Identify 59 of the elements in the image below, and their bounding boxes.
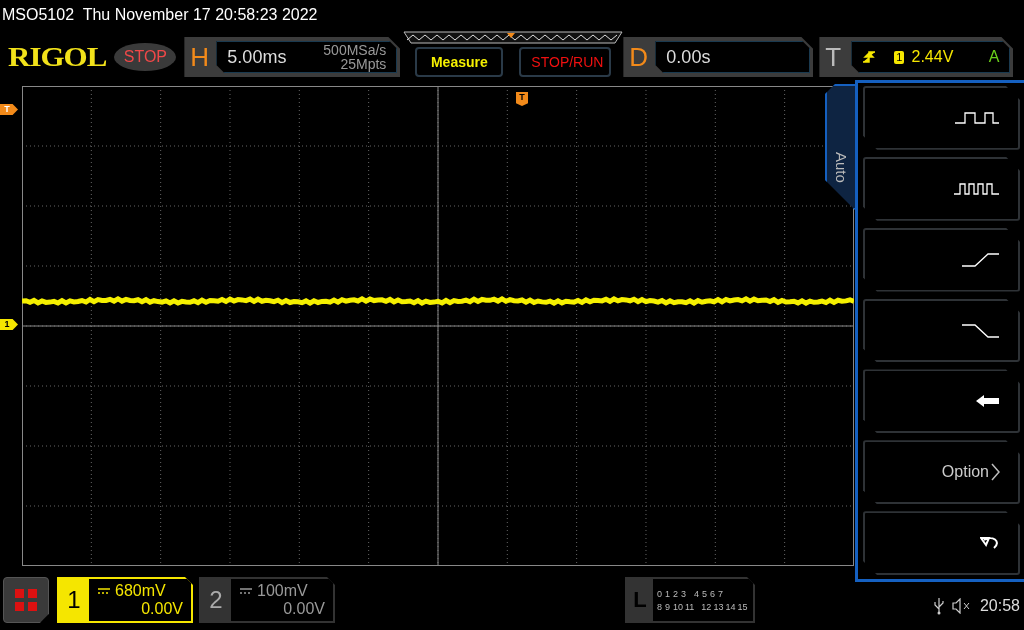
menu-button[interactable] <box>3 577 49 623</box>
trigger-mode: A <box>988 48 1000 66</box>
digital-channel-number: 3 <box>681 588 687 599</box>
chevron-right-icon <box>991 463 1000 482</box>
dc-coupling-icon <box>239 587 253 595</box>
dc-coupling-icon <box>97 587 111 595</box>
digital-channel-number: 5 <box>702 588 708 599</box>
clock-time: 20:58 <box>979 597 1020 615</box>
digital-channel-number: 8 <box>657 601 663 612</box>
channel-scale: 680mV <box>115 582 166 600</box>
timebase-value: 5.00ms <box>227 46 287 68</box>
channel-number: 2 <box>208 585 224 615</box>
softkey-button[interactable] <box>863 156 1020 221</box>
channel-scale: 100mV <box>257 582 308 600</box>
digital-channel-number: 9 <box>665 601 671 612</box>
horizontal-panel[interactable]: H 5.00ms 500MSa/s 25Mpts <box>184 37 401 77</box>
trigger-position-marker[interactable]: T <box>516 92 528 106</box>
stop-run-button[interactable]: STOP/RUN <box>519 47 612 77</box>
digital-channel-number: 14 <box>725 601 736 612</box>
digital-channel-number: 2 <box>673 588 679 599</box>
pulse-train-icon <box>953 182 1000 195</box>
digital-channel-number: 15 <box>737 601 748 612</box>
muted-speaker-icon <box>951 598 972 614</box>
horizontal-label: H <box>190 41 211 73</box>
digital-channel-number: 4 <box>694 588 700 599</box>
trigger-level: 2.44V <box>911 48 954 66</box>
softkey-button[interactable]: Option <box>863 440 1020 505</box>
run-state-indicator: STOP <box>114 43 177 71</box>
trigger-source: 1 <box>894 50 905 64</box>
measure-button[interactable]: Measure <box>415 47 504 77</box>
trigger-panel[interactable]: T 1 2.44V A <box>819 37 1014 77</box>
delay-panel[interactable]: D 0.00s <box>623 37 814 77</box>
undo-icon <box>980 536 1000 551</box>
channel-offset: 0.00V <box>283 600 325 618</box>
channel-marker[interactable]: 1 <box>0 319 18 330</box>
channel-panel[interactable]: 1 680mV 0.00V <box>57 577 193 623</box>
memory-depth: 25Mpts <box>340 57 387 71</box>
window-title: MSO5102 Thu November 17 20:58:23 2022 <box>2 6 318 24</box>
sample-rate: 500MSa/s <box>323 43 387 57</box>
digital-channel-number: 1 <box>665 588 671 599</box>
digital-channel-number: 13 <box>713 601 724 612</box>
falling-edge-icon <box>961 323 1000 338</box>
channel-number: 1 <box>66 585 82 615</box>
digital-channel-number: 10 <box>673 601 683 612</box>
brand-logo: RIGOL <box>8 40 107 74</box>
delay-label: D <box>629 41 650 73</box>
digital-channel-number: 12 <box>701 601 712 612</box>
trigger-label: T <box>825 41 843 73</box>
digital-channel-number: 7 <box>718 588 724 599</box>
digital-channel-number: 6 <box>710 588 716 599</box>
digital-channel-number: 0 <box>657 588 663 599</box>
delay-value: 0.00s <box>666 46 711 68</box>
grid-icon <box>14 588 38 612</box>
left-arrow-icon <box>975 394 1000 409</box>
square-wave-icon <box>954 111 1000 124</box>
channel-panel[interactable]: 2 100mV 0.00V <box>199 577 335 623</box>
digital-channel-number: 11 <box>685 601 695 612</box>
usb-icon <box>933 597 944 615</box>
channel-offset: 0.00V <box>141 600 183 618</box>
